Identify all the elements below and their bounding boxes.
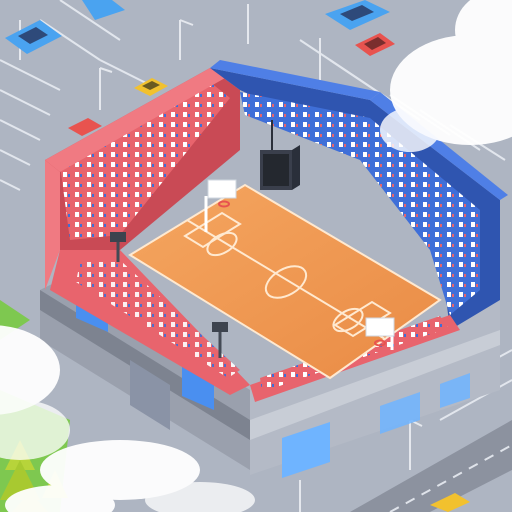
arena-scene[interactable]: [0, 0, 512, 512]
game-viewport[interactable]: [0, 0, 512, 512]
